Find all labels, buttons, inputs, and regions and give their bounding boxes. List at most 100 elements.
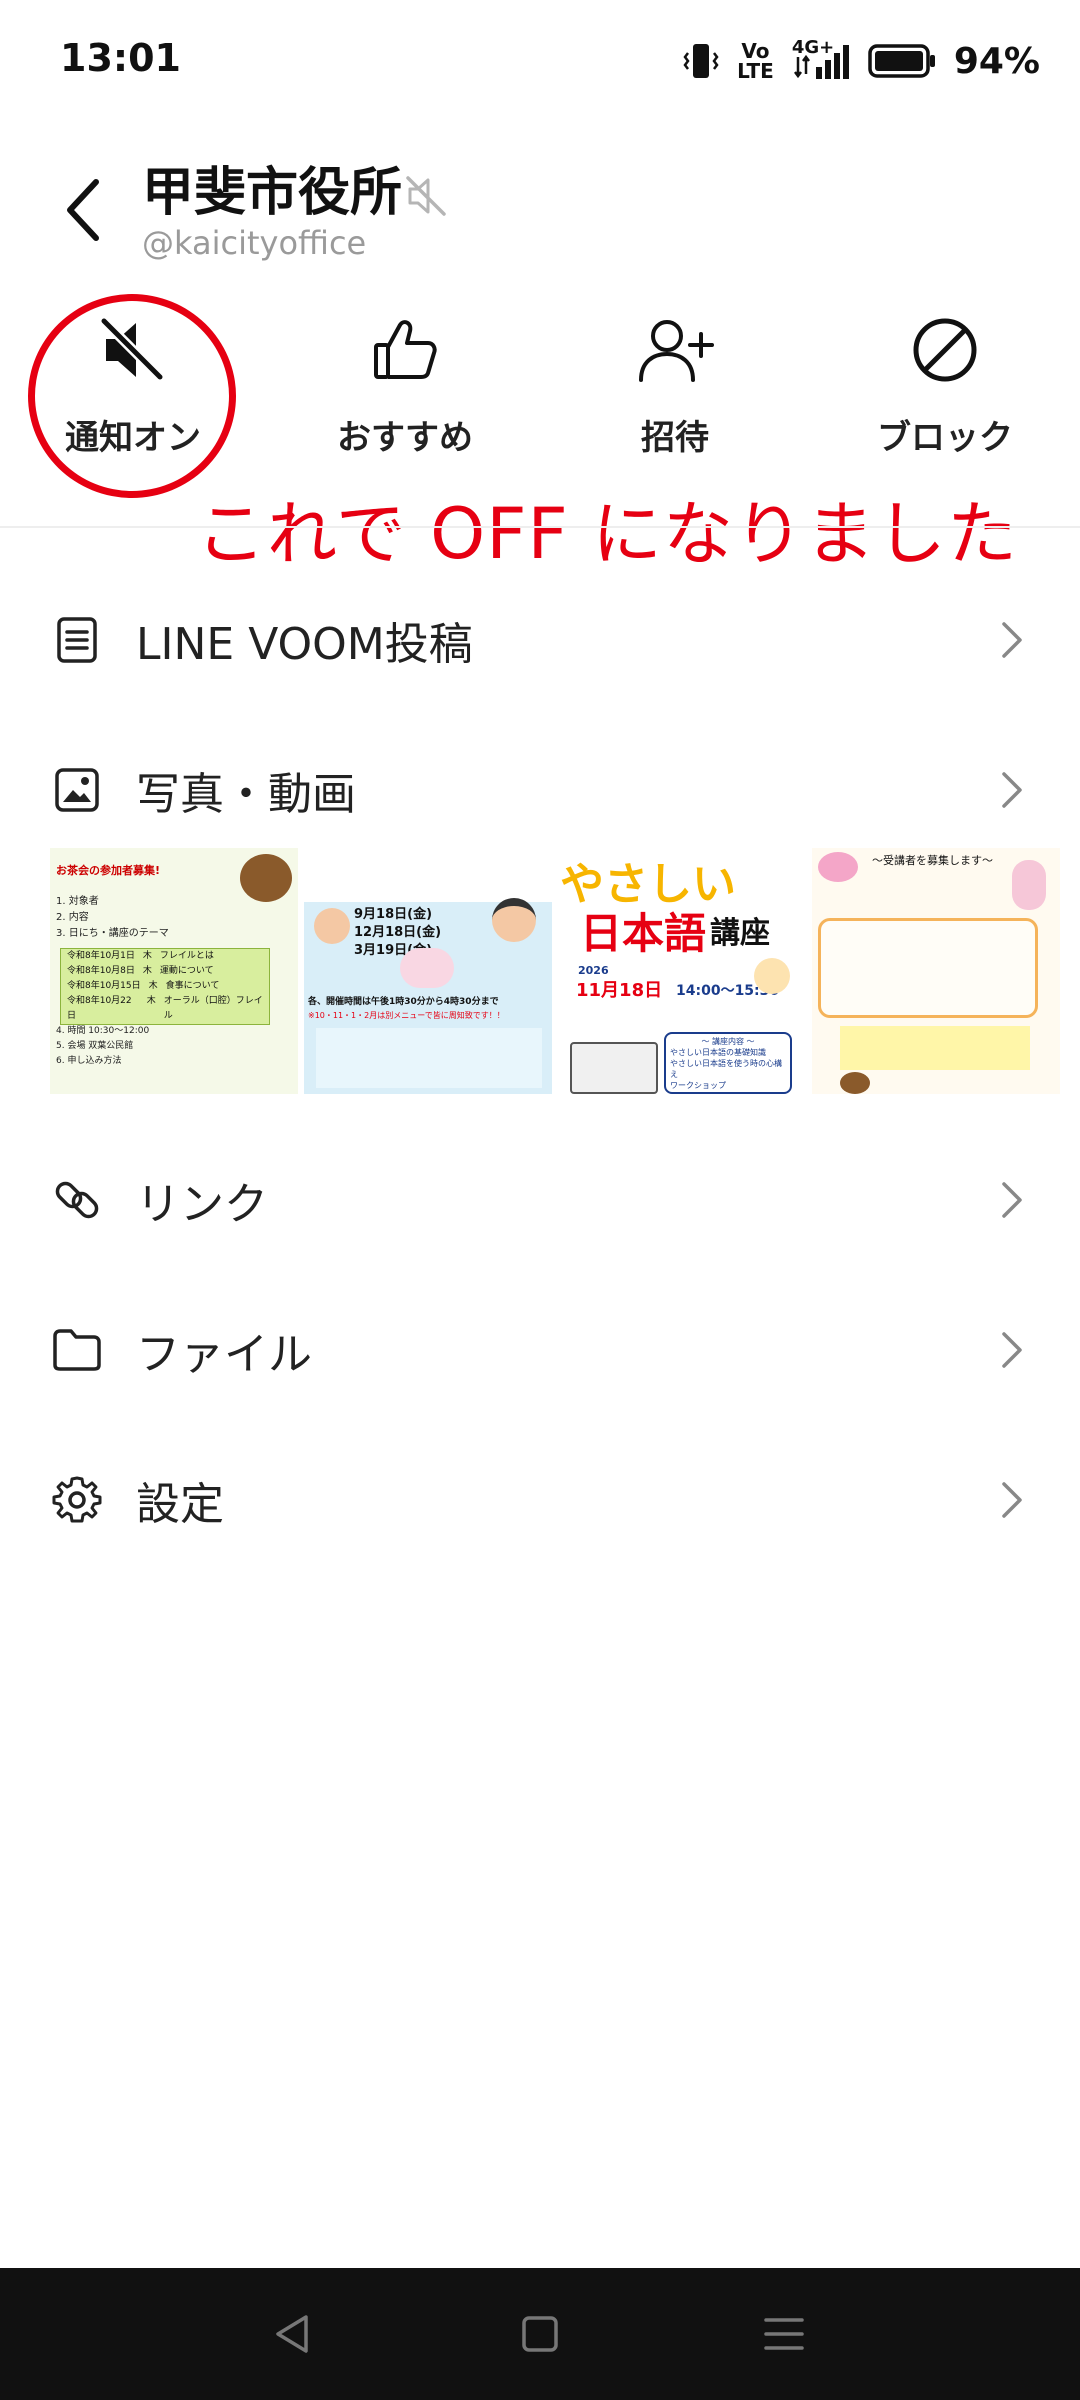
schedule-day: 木 [146, 996, 156, 1006]
recruitment-header: ～受講者を募集します～ [872, 854, 993, 867]
link-icon [52, 1175, 102, 1225]
highlight-circle [28, 294, 236, 498]
mascot-image [840, 1072, 870, 1094]
thumbnail-japanese-course[interactable]: やさしい 日本語 講座 2026 11月18日 14:00～15:30 ～ 講座… [558, 848, 806, 1094]
back-button[interactable] [52, 170, 112, 250]
muted-speaker-icon [404, 174, 448, 222]
schedule-topic: 運動について [159, 966, 214, 976]
thumbnail-headline: お茶会の参加者募集! [56, 864, 161, 877]
schedule-date: 令和8年10月22日 [67, 996, 132, 1021]
contents-box: ～ 講座内容 ～ やさしい日本語の基礎知識 やさしい日本語を使う時の心構え ワー… [664, 1032, 792, 1094]
chevron-right-icon [1002, 1482, 1022, 1518]
highlight-box [840, 1026, 1030, 1070]
schedule-topic: オーラル（口腔）フレイル [163, 996, 263, 1021]
thumbnail-items: 1. 対象者 2. 内容 3. 日にち・講座のテーマ [56, 894, 169, 942]
signal-icon: 4G+ [792, 37, 850, 81]
thumbnail-item: 2. 内容 [56, 912, 89, 923]
thumbnail-salon[interactable]: 9月18日(金) 12月18日(金) 3月19日(金) 各、開催時間は午後1時3… [304, 848, 552, 1094]
menu-lines-icon [764, 2318, 804, 2350]
block-label: ブロック [877, 418, 1013, 458]
nav-back-button[interactable] [262, 2310, 322, 2358]
menu-label: 写真・動画 [136, 769, 356, 820]
account-name: 甲斐市役所 [142, 163, 403, 223]
schedule-day: 木 [142, 951, 152, 961]
qr-box [570, 1042, 658, 1094]
volte-bottom: LTE [737, 59, 774, 83]
menu-label: LINE VOOM投稿 [136, 619, 473, 670]
note-line: ※10・11・1・2月は別メニューで皆に周知致です！！ [308, 1011, 505, 1020]
menu-label: リンク [136, 1179, 268, 1230]
battery-icon [868, 43, 936, 79]
system-navigation-bar [0, 2268, 1080, 2400]
schedule-table: 令和8年10月1日木フレイルとは 令和8年10月8日木運動について 令和8年10… [60, 948, 270, 1025]
recommend-label: おすすめ [337, 418, 473, 458]
chevron-right-icon [1002, 1182, 1022, 1218]
schedule-date: 令和8年10月15日 [67, 981, 141, 991]
people-illustration [400, 948, 454, 988]
invite-button[interactable]: 招待 [560, 300, 790, 470]
battery-percent: 94% [953, 40, 1040, 82]
nav-home-button[interactable] [510, 2310, 570, 2358]
menu-item-links[interactable]: リンク [0, 1140, 1080, 1260]
triangle-back-icon [276, 2315, 308, 2353]
thumbnail-footer-line: 6. 申し込み方法 [56, 1056, 122, 1066]
volte-indicator: Vo LTE [737, 41, 774, 81]
thumbnail-item: 3. 日にち・講座のテーマ [56, 928, 169, 939]
thumbnail-recruitment[interactable]: ～受講者を募集します～ [812, 848, 1060, 1094]
profile-header: 甲斐市役所 @kaicityoffice [0, 140, 1080, 270]
block-icon [830, 300, 1060, 400]
menu-label: ファイル [136, 1329, 312, 1380]
thumbnail-footer-line: 5. 会場 双葉公民館 [56, 1041, 134, 1051]
thumbnail-top-band [304, 848, 552, 902]
free-badge [754, 958, 790, 994]
nav-recents-button[interactable] [754, 2310, 814, 2358]
vibrate-icon [683, 41, 719, 81]
status-icons: Vo LTE 4G+ 94% [683, 37, 1040, 84]
schedule-date: 令和8年10月8日 [67, 966, 135, 976]
back-arrow-icon [67, 179, 99, 241]
info-box [316, 1028, 542, 1088]
chevron-right-icon [1002, 772, 1022, 808]
mascot-image [240, 854, 292, 902]
date-item: 9月18日(金) [354, 907, 433, 922]
thumbnail-item: 1. 対象者 [56, 896, 99, 907]
chevron-right-icon [1002, 1332, 1022, 1368]
status-time: 13:01 [60, 36, 181, 80]
schedule-day: 木 [142, 966, 152, 976]
character-illustration [1012, 860, 1046, 910]
block-button[interactable]: ブロック [830, 300, 1060, 470]
schedule-date: 令和8年10月1日 [67, 951, 135, 961]
schedule-row: 令和8年10月22日 木オーラル（口腔）フレイル [61, 994, 269, 1024]
status-bar: 13:01 Vo LTE 4G+ 94% [0, 0, 1080, 120]
date-item: 12月18日(金) [354, 925, 442, 940]
menu-label: 設定 [136, 1479, 224, 1530]
time-line: 各、開催時間は午後1時30分から4時30分まで [308, 997, 499, 1007]
media-thumbnails: お茶会の参加者募集! 1. 対象者 2. 内容 3. 日にち・講座のテーマ 令和… [50, 848, 1060, 1094]
thumbnail-footer-line: 4. 時間 10:30～12:00 [56, 1026, 150, 1036]
menu-item-files[interactable]: ファイル [0, 1290, 1080, 1410]
thumbnail-health-class[interactable]: お茶会の参加者募集! 1. 対象者 2. 内容 3. 日にち・講座のテーマ 令和… [50, 848, 298, 1094]
contents-header: ～ 講座内容 ～ [701, 1037, 755, 1046]
details-box [818, 918, 1038, 1018]
person-illustration [492, 898, 536, 942]
menu-item-photos-videos[interactable]: 写真・動画 [0, 730, 1080, 850]
folder-icon [52, 1325, 102, 1375]
schedule-row: 令和8年10月15日木食事について [61, 979, 269, 994]
gear-icon [52, 1475, 102, 1525]
contents-item: やさしい日本語の基礎知識 [670, 1048, 766, 1057]
menu-item-settings[interactable]: 設定 [0, 1440, 1080, 1560]
photo-icon [52, 765, 102, 815]
course-date: 11月18日 [576, 980, 663, 1001]
annotation-text: これで OFF になりました [196, 493, 1019, 575]
schedule-day: 木 [148, 981, 158, 991]
chevron-right-icon [1002, 622, 1022, 658]
course-title-main: 日本語 [580, 909, 707, 958]
contents-item: ワークショップ [670, 1081, 726, 1090]
thumbs-up-icon [290, 300, 520, 400]
contents-item: やさしい日本語を使う時の心構え [670, 1059, 782, 1079]
recommend-button[interactable]: おすすめ [290, 300, 520, 470]
menu-item-line-voom[interactable]: LINE VOOM投稿 [0, 580, 1080, 700]
schedule-row: 令和8年10月8日木運動について [61, 964, 269, 979]
divider [0, 526, 1080, 528]
thumbnail-footer: 4. 時間 10:30～12:00 5. 会場 双葉公民館 6. 申し込み方法 [56, 1024, 149, 1069]
